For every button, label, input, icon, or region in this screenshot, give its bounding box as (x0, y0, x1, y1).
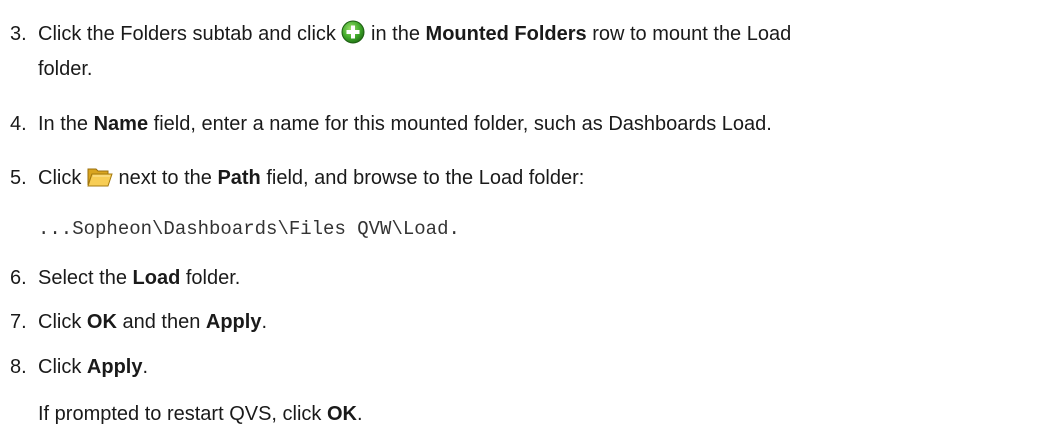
instruction-steps: 3. Click the Folders subtab and click in… (0, 0, 1048, 438)
step-number: 5. (10, 167, 27, 189)
step-text: folder. (185, 267, 241, 289)
step-8-note: If prompted to restart QVS, click OK. (38, 399, 363, 429)
step-text: field, and browse to the Load folder: (266, 167, 585, 189)
step-text: in the (371, 23, 420, 45)
step-number: 7. (10, 311, 27, 333)
ui-term: OK (86, 311, 117, 333)
step-8: 8. Click Apply. (10, 352, 1044, 382)
code-path: ...Sopheon\Dashboards\Files QVW\Load. (38, 218, 460, 240)
step-text: . (357, 403, 363, 425)
step-text: Click (38, 356, 82, 378)
ui-term: Mounted Folders (425, 23, 587, 45)
step-text: row to mount the Load (592, 23, 792, 45)
step-number: 8. (10, 356, 27, 378)
step-7: 7. Click OK and then Apply. (10, 307, 1044, 337)
ui-term: Name (93, 113, 149, 135)
ui-term: Apply (86, 356, 143, 378)
step-3-continued: folder. (38, 54, 92, 84)
ui-term: Apply (205, 311, 262, 333)
step-number: 4. (10, 113, 27, 135)
step-text: Select the (38, 267, 127, 289)
ui-term: Path (217, 167, 261, 189)
ui-term: OK (327, 403, 357, 425)
folder-open-icon (87, 166, 113, 197)
step-text: folder. (38, 58, 93, 80)
step-text: Click (38, 311, 82, 333)
step-5: 5. Click next to the Path field, and brow… (10, 163, 1044, 197)
path-code: ...Sopheon\Dashboards\Files QVW\Load. (38, 213, 460, 244)
step-text: Click (38, 167, 82, 189)
step-number: 6. (10, 267, 27, 289)
step-text: next to the (118, 167, 212, 189)
step-text: . (261, 311, 268, 333)
add-green-circle-icon (341, 20, 365, 53)
step-4: 4. In the Name field, enter a name for th… (10, 109, 1044, 139)
step-text: In the (38, 113, 89, 135)
step-6: 6. Select the Load folder. (10, 263, 1044, 293)
step-text: If prompted to restart QVS, click (38, 403, 322, 425)
step-text: . (142, 356, 149, 378)
step-text: and then (122, 311, 201, 333)
step-number: 3. (10, 23, 27, 45)
ui-term: Load (132, 267, 181, 289)
step-text: field, enter a name for this mounted fol… (153, 113, 772, 135)
step-3: 3. Click the Folders subtab and click in… (10, 19, 1044, 53)
step-text: Click the Folders subtab and click (38, 23, 336, 45)
